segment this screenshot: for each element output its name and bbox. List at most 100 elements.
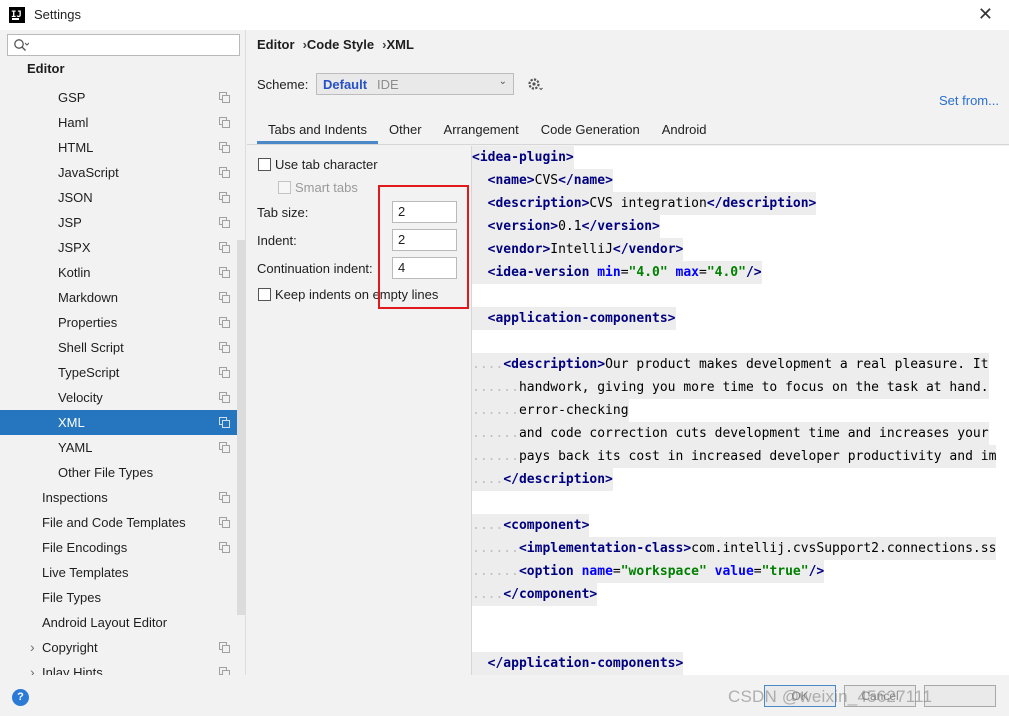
help-icon[interactable]: ?: [12, 689, 29, 706]
code-line: ....</component>: [472, 583, 598, 606]
code-token: </description>: [706, 196, 817, 211]
tree-item-label: Shell Script: [58, 340, 124, 355]
project-scheme-icon: [219, 667, 230, 675]
code-token: CVS integration: [589, 196, 707, 211]
use-tab-checkbox[interactable]: [258, 158, 271, 171]
tree-item-live-templates[interactable]: Live Templates: [0, 560, 245, 585]
code-token: =: [620, 265, 629, 280]
tab-code-generation[interactable]: Code Generation: [530, 118, 651, 144]
project-scheme-icon: [219, 117, 230, 128]
tree-item-label: JavaScript: [58, 165, 119, 180]
tree-item-html[interactable]: HTML: [0, 135, 245, 160]
chevron-right-icon[interactable]: ›: [30, 660, 35, 675]
code-token: <implementation-class>: [518, 541, 692, 556]
tab-android[interactable]: Android: [651, 118, 718, 144]
tree-item-typescript[interactable]: TypeScript: [0, 360, 245, 385]
code-token: =: [753, 564, 762, 579]
tree-item-jspx[interactable]: JSPX: [0, 235, 245, 260]
tree-item-label: GSP: [58, 90, 86, 105]
code-token: <application-components>: [487, 311, 676, 326]
tree-item-file-types[interactable]: File Types: [0, 585, 245, 610]
tree-section-editor[interactable]: Editor: [27, 61, 65, 76]
code-token: value: [714, 564, 754, 579]
scheme-label: Scheme:: [257, 77, 309, 92]
tree-item-label: Inspections: [42, 490, 108, 505]
tree-item-label: File and Code Templates: [42, 515, 186, 530]
gear-icon[interactable]: [527, 76, 543, 92]
tree-item-android-layout-editor[interactable]: Android Layout Editor: [0, 610, 245, 635]
tab-arrangement[interactable]: Arrangement: [433, 118, 530, 144]
breadcrumb-xml: XML: [386, 37, 414, 52]
code-token: pays back its cost in increased develope…: [518, 449, 997, 464]
tree-item-label: Kotlin: [58, 265, 91, 280]
tree-item-properties[interactable]: Properties: [0, 310, 245, 335]
tree-item-haml[interactable]: Haml: [0, 110, 245, 135]
tab-tabs-and-indents[interactable]: Tabs and Indents: [257, 118, 379, 144]
tree-item-shell-script[interactable]: Shell Script: [0, 335, 245, 360]
chevron-down-icon: ⌄: [498, 76, 507, 87]
tab-other[interactable]: Other: [378, 118, 433, 144]
code-line: ......<implementation-class>com.intellij…: [472, 537, 997, 560]
indent-dots: ......: [472, 403, 519, 418]
tab-bar: Tabs and Indents Other Arrangement Code …: [257, 118, 718, 144]
smart-tabs-label: Smart tabs: [295, 180, 358, 195]
close-icon[interactable]: ✕: [978, 4, 993, 24]
search-input[interactable]: [7, 34, 240, 56]
tree-item-inlay-hints[interactable]: › Inlay Hints: [0, 660, 245, 675]
code-line: ......pays back its cost in increased de…: [472, 445, 997, 468]
tree-item-xml[interactable]: XML: [0, 410, 245, 435]
code-token: <version>: [487, 219, 559, 234]
tree-item-label: Markdown: [58, 290, 118, 305]
tree-item-label: JSPX: [58, 240, 91, 255]
tree-item-label: Copyright: [42, 640, 98, 655]
tree-item-other-file-types[interactable]: Other File Types: [0, 460, 245, 485]
tree-item-label: Live Templates: [42, 565, 129, 580]
smart-tabs-checkbox[interactable]: [278, 181, 291, 194]
chevron-right-icon[interactable]: ›: [30, 635, 35, 660]
tree-item-kotlin[interactable]: Kotlin: [0, 260, 245, 285]
project-scheme-icon: [219, 167, 230, 178]
code-line: <idea-version min="4.0" max="4.0"/>: [472, 261, 762, 284]
indent-dots: ....: [472, 587, 504, 602]
window-title: Settings: [34, 7, 81, 22]
tree-item-jsp[interactable]: JSP: [0, 210, 245, 235]
code-token: CVS: [534, 173, 559, 188]
use-tab-label: Use tab character: [275, 157, 378, 172]
tree-item-markdown[interactable]: Markdown: [0, 285, 245, 310]
tree-item-yaml[interactable]: YAML: [0, 435, 245, 460]
tree-item-javascript[interactable]: JavaScript: [0, 160, 245, 185]
tree-item-inspections[interactable]: Inspections: [0, 485, 245, 510]
indent-dots: ......: [472, 541, 519, 556]
settings-content-panel: Editor ›Code Style ›XML Scheme: Default ID…: [247, 30, 1009, 675]
tree-item-copyright[interactable]: › Copyright: [0, 635, 245, 660]
code-token: </application-components>: [487, 656, 684, 671]
tree-item-json[interactable]: JSON: [0, 185, 245, 210]
keep-indents-checkbox[interactable]: [258, 288, 271, 301]
tree-item-label: YAML: [58, 440, 93, 455]
code-token: <description>: [503, 357, 606, 372]
tree-item-gsp[interactable]: GSP: [0, 85, 245, 110]
indent-dots: ....: [472, 357, 504, 372]
tree-item-label: JSON: [58, 190, 93, 205]
code-preview[interactable]: <idea-plugin> <name>CVS</name> <descript…: [471, 146, 1009, 675]
code-line: ......error-checking: [472, 399, 629, 422]
apply-button[interactable]: [924, 685, 996, 707]
tree-item-label: Properties: [58, 315, 118, 330]
tree-item-file-and-code-templates[interactable]: File and Code Templates: [0, 510, 245, 535]
breadcrumb-editor[interactable]: Editor: [257, 37, 295, 52]
tree-item-velocity[interactable]: Velocity: [0, 385, 245, 410]
project-scheme-icon: [219, 92, 230, 103]
code-line: ....<component>: [472, 514, 590, 537]
tree-scrollbar[interactable]: [237, 240, 245, 615]
code-token: com.intellij.cvsSupport2.connections.ss: [691, 541, 997, 556]
breadcrumb-code-style[interactable]: Code Style: [307, 37, 374, 52]
project-scheme-icon: [219, 317, 230, 328]
project-scheme-icon: [219, 142, 230, 153]
code-token: "4.0": [706, 265, 746, 280]
code-token: </description>: [503, 472, 613, 487]
scheme-dropdown[interactable]: Default IDE ⌄: [316, 73, 514, 95]
tree-item-file-encodings[interactable]: File Encodings: [0, 535, 245, 560]
set-from-link[interactable]: Set from...: [939, 93, 999, 108]
